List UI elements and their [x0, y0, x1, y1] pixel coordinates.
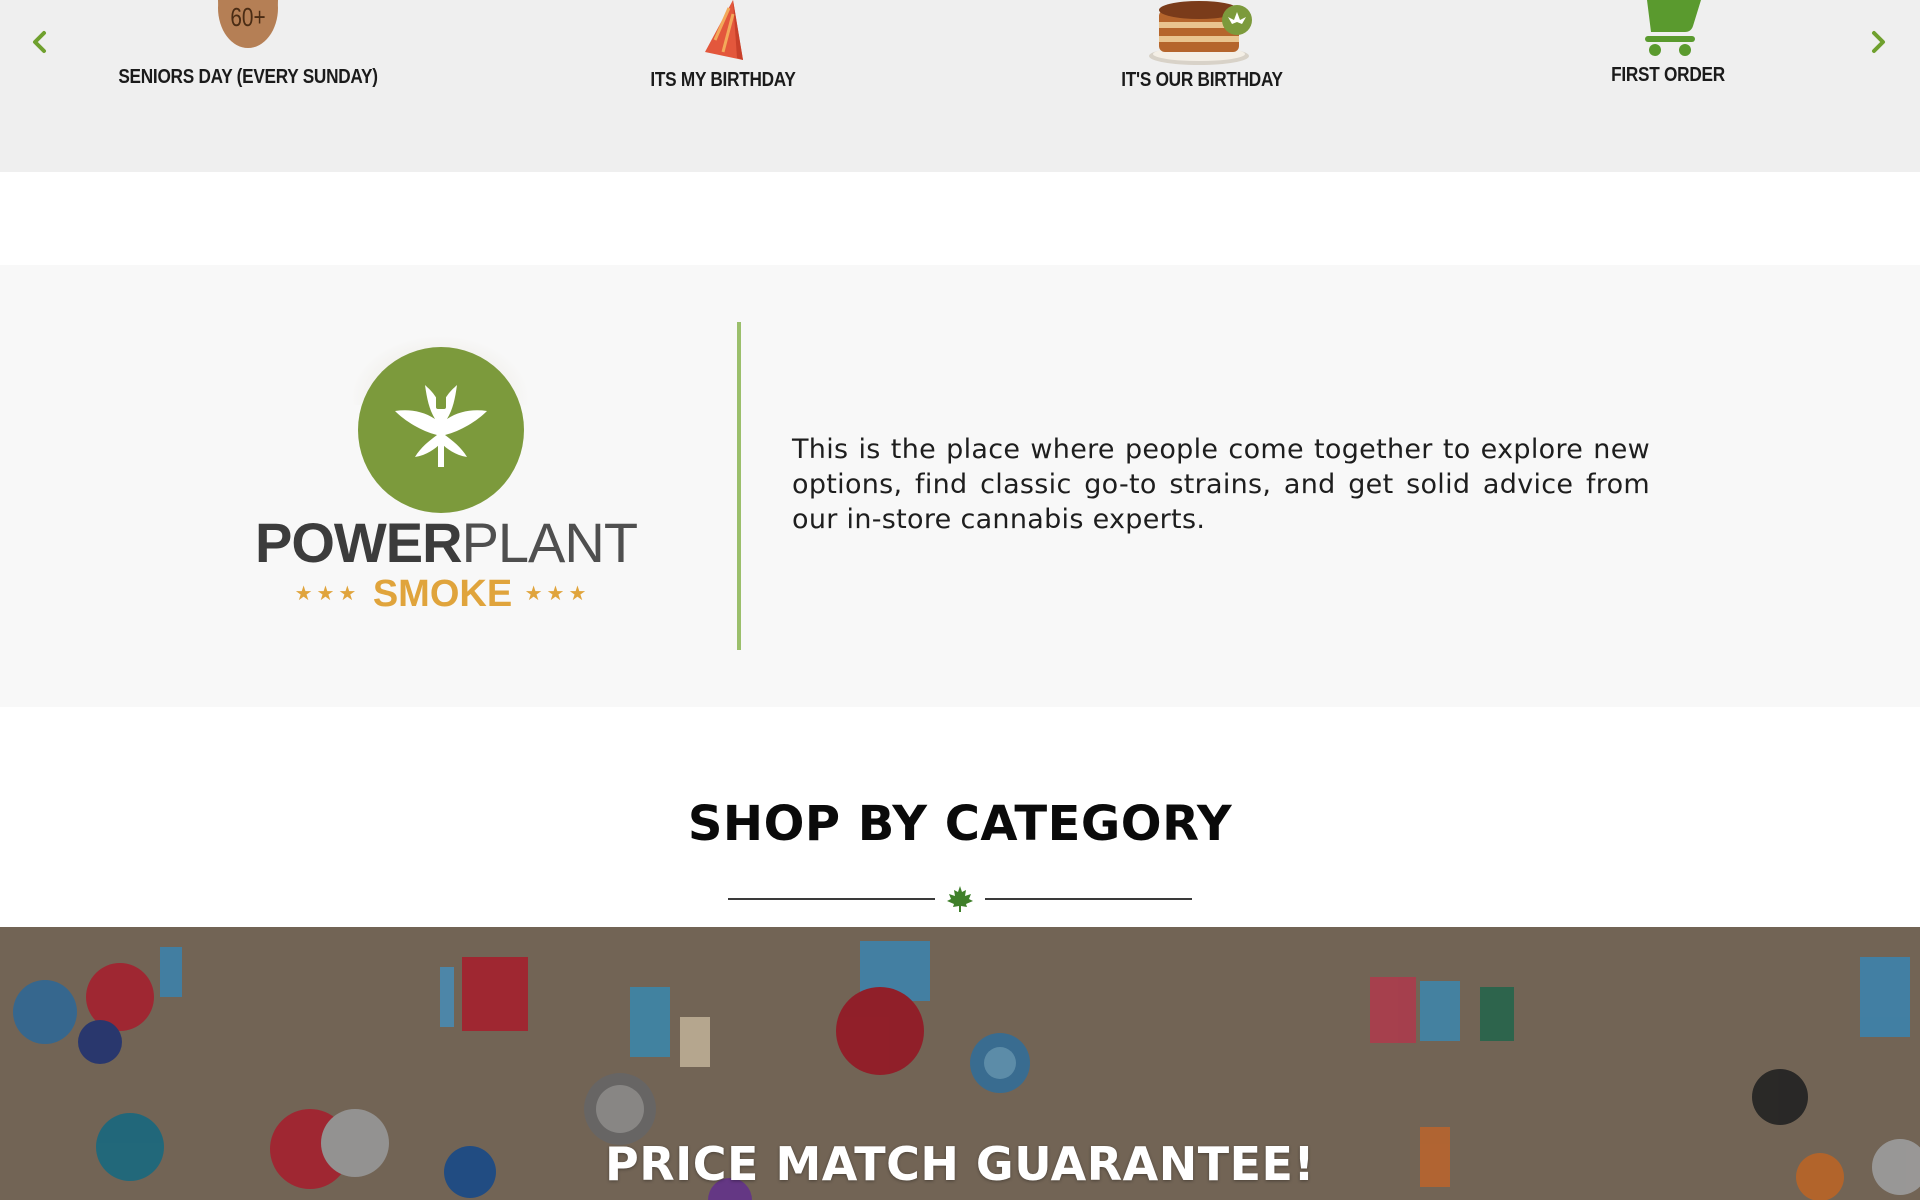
carousel-prev-button[interactable]	[20, 22, 60, 62]
cannabis-leaf-icon	[358, 347, 524, 513]
promo-label: ITS MY BIRTHDAY	[650, 69, 796, 91]
ornament-line-left	[728, 898, 935, 900]
logo-subline: ★★★ SMOKE ★★★	[255, 575, 630, 613]
promo-label: IT'S OUR BIRTHDAY	[1121, 69, 1283, 91]
birthday-cake-icon	[1147, 0, 1257, 66]
vertical-divider	[737, 322, 741, 650]
price-match-banner: PRICE MATCH GUARANTEE!	[0, 927, 1920, 1200]
heading-ornament	[728, 884, 1192, 914]
chevron-right-icon	[1872, 31, 1885, 53]
logo-stars-right: ★★★	[524, 583, 591, 605]
logo-stars-left: ★★★	[294, 583, 361, 605]
about-section: POWERPLANT ★★★ SMOKE ★★★ This is the pla…	[0, 265, 1920, 707]
shopping-cart-icon	[1631, 0, 1705, 56]
maple-leaf-icon	[947, 886, 973, 912]
party-hat-icon	[693, 0, 753, 62]
shop-by-category-heading: SHOP BY CATEGORY	[687, 796, 1233, 852]
price-match-heading: PRICE MATCH GUARANTEE!	[605, 1137, 1315, 1191]
seniors-badge-text: 60+	[230, 2, 266, 32]
seniors-60-plus-icon: 60+	[217, 0, 279, 50]
about-description: This is the place where people come toge…	[792, 434, 1650, 535]
promo-item-first-order[interactable]: FIRST ORDER	[1508, 0, 1828, 110]
logo-word-power: POWER	[255, 511, 463, 574]
logo-wordmark: POWERPLANT	[255, 515, 638, 571]
powerplant-smoke-logo: POWERPLANT ★★★ SMOKE ★★★	[255, 335, 638, 613]
promo-label: FIRST ORDER	[1611, 64, 1725, 86]
promo-item-our-birthday[interactable]: IT'S OUR BIRTHDAY	[1042, 0, 1362, 110]
logo-word-smoke: SMOKE	[372, 573, 513, 615]
promo-item-seniors-day[interactable]: 60+ SENIORS DAY (EVERY SUNDAY)	[88, 0, 408, 110]
promo-item-my-birthday[interactable]: ITS MY BIRTHDAY	[563, 0, 883, 110]
promotions-carousel: 60+ SENIORS DAY (EVERY SUNDAY) ITS MY BI…	[0, 0, 1920, 172]
logo-word-plant: PLANT	[461, 511, 638, 574]
carousel-next-button[interactable]	[1858, 22, 1898, 62]
ornament-line-right	[985, 898, 1192, 900]
promo-label: SENIORS DAY (EVERY SUNDAY)	[118, 66, 378, 88]
chevron-left-icon	[33, 31, 46, 53]
